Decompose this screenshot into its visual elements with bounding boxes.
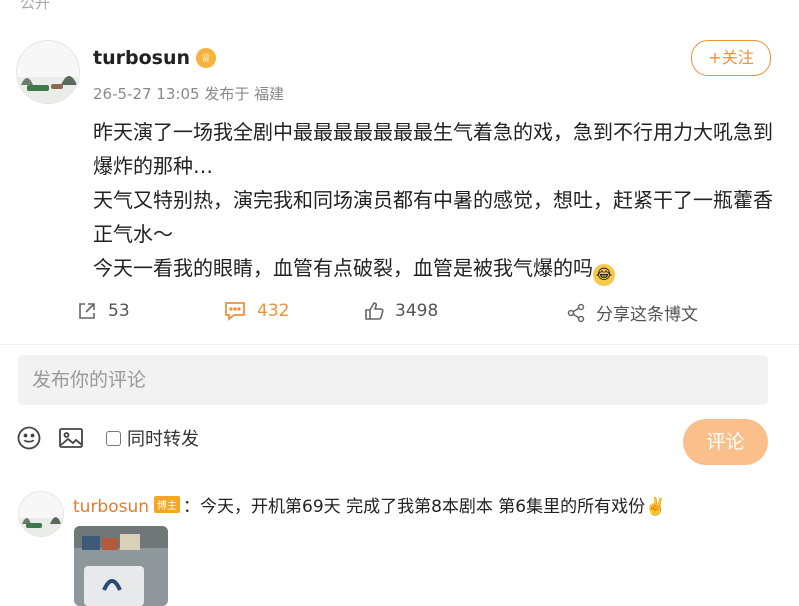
submit-comment-button[interactable]: 评论 — [683, 419, 768, 465]
post-meta: 26-5-27 13:05 发布于 福建 — [93, 83, 284, 104]
like-button[interactable]: 3498 — [363, 300, 438, 322]
reply-author-name[interactable]: turbosun — [73, 497, 149, 517]
reply-comment: turbosun 博主 ：今天，开机第69天 完成了我第8本剧本 第6集里的所有戏份… — [73, 492, 666, 517]
composer-tools: 同时转发 — [16, 425, 199, 451]
laugh-cry-emoji-icon: 😂 — [593, 264, 615, 286]
top-cut-text: 公开 — [20, 0, 51, 12]
repost-icon — [79, 303, 95, 319]
emoji-icon[interactable] — [16, 425, 42, 451]
author-name-text[interactable]: turbosun — [93, 47, 190, 69]
repost-count: 53 — [108, 301, 130, 321]
repost-checkbox-label: 同时转发 — [127, 429, 199, 450]
checkbox-box[interactable] — [106, 430, 121, 446]
comment-icon — [225, 302, 245, 321]
post-date[interactable]: 26-5-27 13:05 — [93, 85, 200, 103]
author-tag-badge: 博主 — [154, 496, 181, 513]
repost-checkbox[interactable]: 同时转发 — [106, 425, 199, 451]
content-line-text: 今天一看我的眼睛，血管有点破裂，血管是被我气爆的吗 — [93, 256, 593, 280]
thumbs-up-icon — [365, 302, 384, 320]
crown-badge-icon: ♕ — [196, 48, 216, 68]
victory-hand-emoji-icon: ✌️ — [645, 497, 667, 517]
comment-input[interactable] — [18, 355, 768, 405]
share-icon — [567, 303, 585, 322]
comment-button[interactable]: 432 — [223, 300, 289, 322]
repost-button[interactable]: 53 — [76, 300, 130, 322]
comment-count: 432 — [257, 301, 290, 321]
author-avatar[interactable] — [16, 40, 80, 104]
image-icon[interactable] — [58, 426, 84, 450]
share-label: 分享这条博文 — [596, 305, 698, 325]
like-count: 3498 — [395, 301, 439, 321]
post-source: 发布于 福建 — [204, 85, 285, 103]
post-actions: 53 432 3498 分享这条博文 — [0, 300, 799, 328]
content-line: 天气又特别热，演完我和同场演员都有中暑的感觉，想吐，赶紧干了一瓶藿香正气水～ — [93, 188, 773, 246]
share-button[interactable]: 分享这条博文 — [566, 300, 698, 325]
reply-text: ：今天，开机第69天 完成了我第8本剧本 第6集里的所有戏份 — [183, 497, 646, 517]
follow-button[interactable]: +关注 — [691, 40, 771, 76]
reply-photo[interactable] — [74, 526, 168, 606]
post-content: 昨天演了一场我全剧中最最最最最最最生气着急的戏，急到不行用力大吼急到爆炸的那种…… — [93, 115, 783, 286]
reply-author-avatar[interactable] — [18, 491, 64, 537]
content-line: 昨天演了一场我全剧中最最最最最最最生气着急的戏，急到不行用力大吼急到爆炸的那种… — [93, 120, 773, 178]
author-name[interactable]: turbosun ♕ — [93, 47, 216, 69]
content-line-last: 今天一看我的眼睛，血管有点破裂，血管是被我气爆的吗 😂 — [93, 251, 783, 286]
divider — [0, 344, 799, 345]
